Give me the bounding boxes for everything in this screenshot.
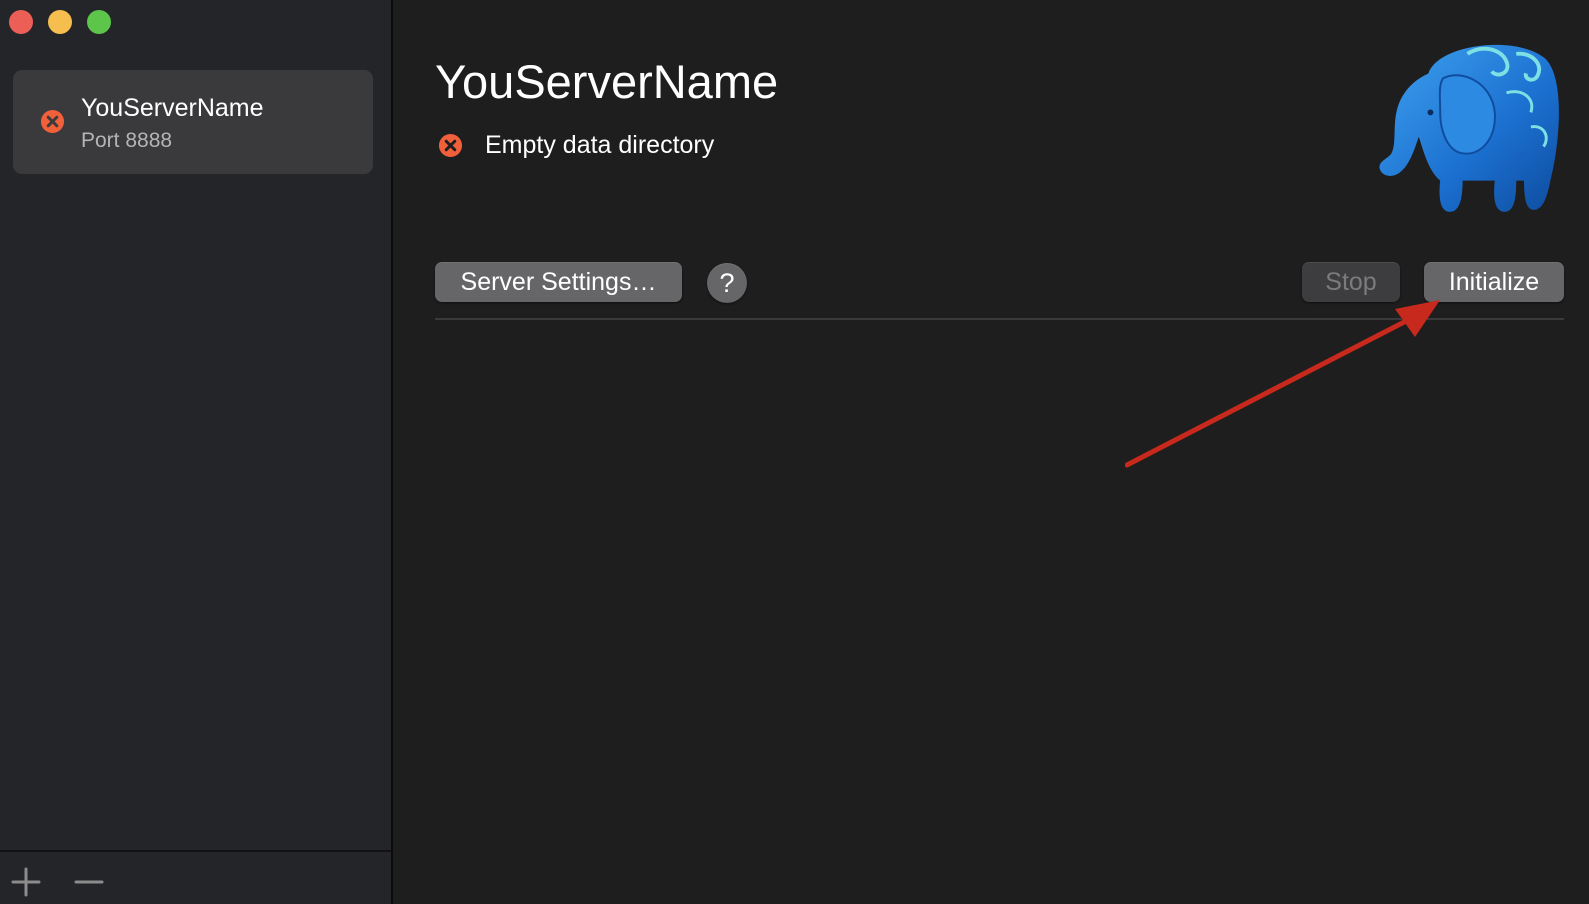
- sidebar: YouServerName Port 8888: [0, 0, 393, 904]
- server-status: Empty data directory: [438, 131, 714, 160]
- annotation-arrow-icon: [1125, 300, 1440, 468]
- maximize-window-button[interactable]: [87, 10, 111, 34]
- page-title: YouServerName: [435, 55, 779, 108]
- server-port: Port 8888: [81, 129, 173, 152]
- error-icon: [40, 109, 65, 134]
- server-settings-button[interactable]: Server Settings…: [435, 262, 682, 302]
- server-list-item[interactable]: YouServerName Port 8888: [13, 70, 373, 174]
- sidebar-footer: [0, 850, 391, 904]
- help-button[interactable]: ?: [707, 263, 747, 303]
- server-name: YouServerName: [81, 94, 264, 122]
- status-message: Empty data directory: [485, 131, 715, 159]
- error-icon: [438, 133, 463, 158]
- window-controls: [9, 10, 111, 34]
- elephant-logo-icon: [1379, 44, 1559, 212]
- close-window-button[interactable]: [9, 10, 33, 34]
- minus-icon[interactable]: [73, 866, 105, 898]
- minimize-window-button[interactable]: [48, 10, 72, 34]
- plus-icon[interactable]: [10, 866, 42, 898]
